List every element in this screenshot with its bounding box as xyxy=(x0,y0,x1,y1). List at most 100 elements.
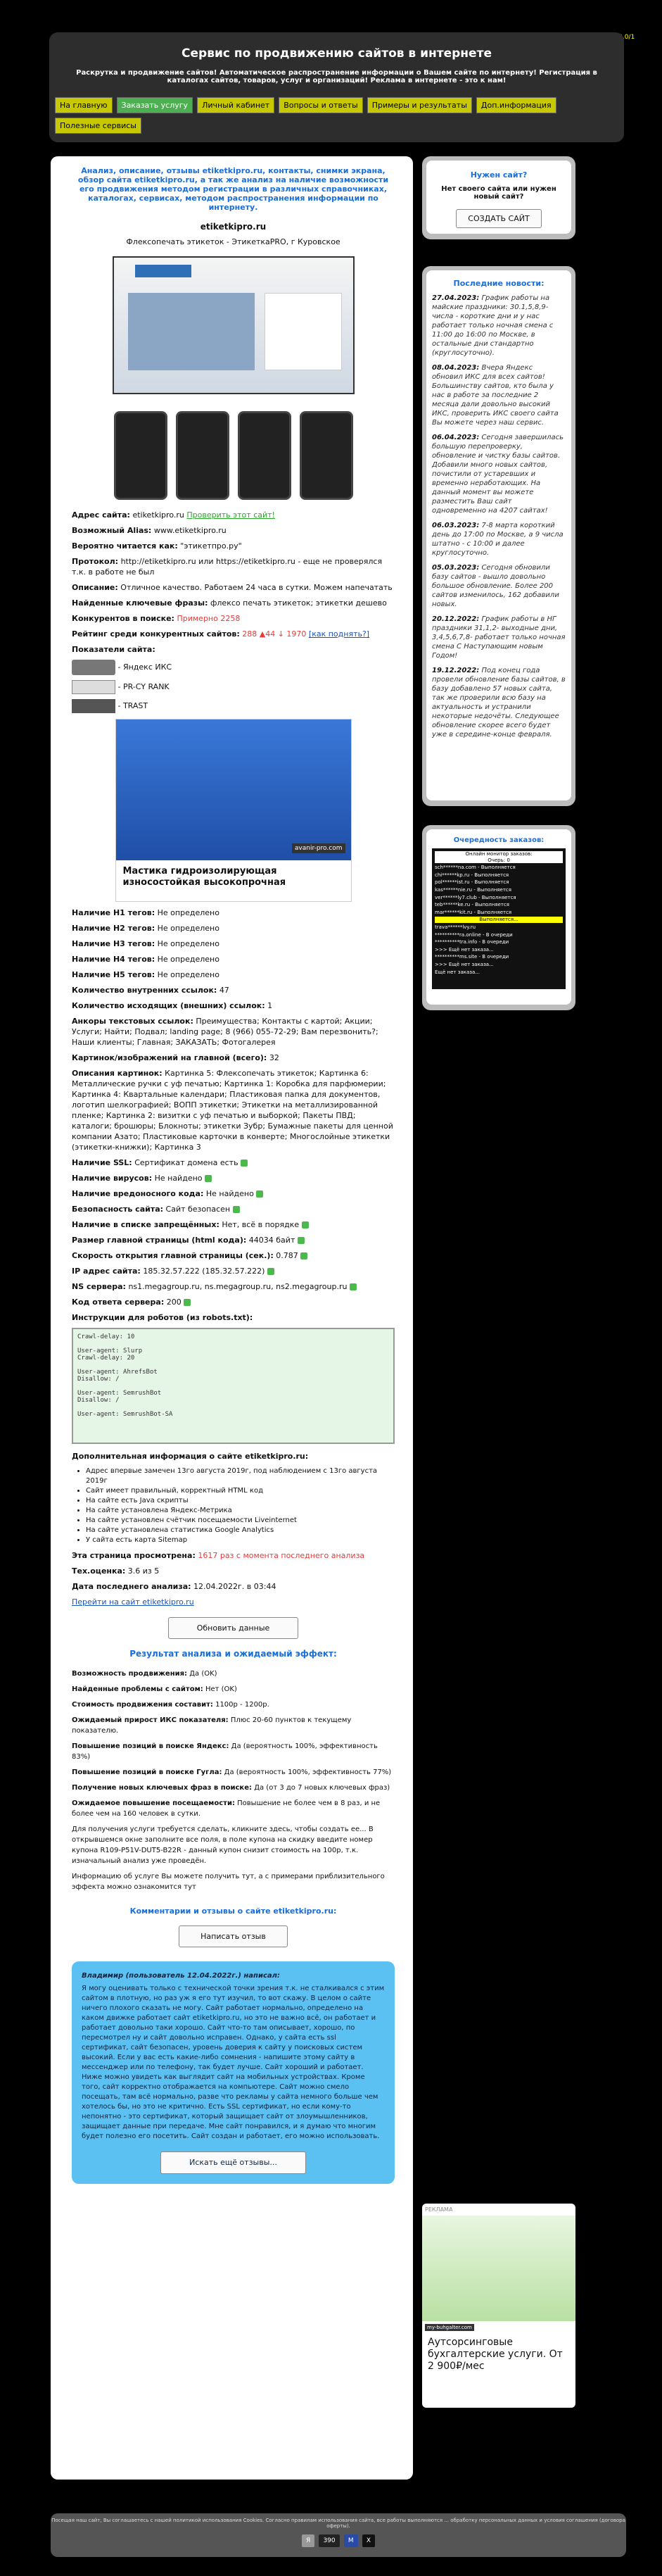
goto-site-link[interactable]: Перейти на сайт etiketkipro.ru xyxy=(72,1597,194,1607)
check-icon xyxy=(184,1299,191,1306)
rating-row: Рейтинг среди конкурентных сайтов: 288 ▲… xyxy=(72,629,370,639)
screenshot-form xyxy=(264,293,342,370)
check-value: Не найдено xyxy=(205,1189,254,1198)
stat-row: Наличие H4 тегов: Не определено xyxy=(72,954,395,965)
nav-order[interactable]: Заказать услугу xyxy=(116,97,193,113)
stat-row: Анкоры текстовых ссылок: Преимущества; К… xyxy=(72,1016,395,1048)
nav-faq[interactable]: Вопросы и ответы xyxy=(279,97,363,113)
ad2-site: my-buhgalter.com xyxy=(425,2324,474,2331)
check-row: Наличие вирусов: Не найдено xyxy=(72,1173,395,1183)
check-site-link[interactable]: Проверить этот сайт! xyxy=(186,510,275,520)
nav-home[interactable]: На главную xyxy=(55,97,113,113)
extra-list: Адрес впервые замечен 13го августа 2019г… xyxy=(72,1466,395,1545)
stat-value: 32 xyxy=(269,1053,279,1062)
find-reviews-button[interactable]: Искать ещё отзывы... xyxy=(160,2151,306,2174)
check-row: Код ответа сервера: 200 xyxy=(72,1297,395,1307)
queue-title: Очередность заказов: xyxy=(453,836,545,844)
phrases-row: Найденные ключевые фразы: флексо печать … xyxy=(72,598,387,608)
news-date: 08.04.2023: xyxy=(432,364,480,372)
viewed-row: Эта страница просмотрена: 1617 раз с мом… xyxy=(72,1551,365,1560)
promo-text: Для получения услуги требуется сделать, … xyxy=(72,1826,374,1865)
nav-examples[interactable]: Примеры и результаты xyxy=(367,97,472,113)
check-label: Скорость открытия главной страницы (сек.… xyxy=(72,1251,274,1260)
phone-screenshot xyxy=(113,411,167,500)
stat-row: Количество внутренних ссылок: 47 xyxy=(72,985,395,995)
queue-item: **********ra.online - В очереди xyxy=(435,931,513,938)
nav-services[interactable]: Полезные сервисы xyxy=(55,118,141,134)
ad2-title: Аутсорсинговые бухгалтерские услуги. От … xyxy=(428,2337,563,2372)
news-title: Последние новости: xyxy=(453,279,545,288)
effect-row: Повышение позиций в поиске Гугла: Да (ве… xyxy=(72,1767,395,1778)
alias-row: Возможный Alias: www.etiketkipro.ru xyxy=(72,526,227,535)
example-text: Информацию об услуге Вы можете получить … xyxy=(72,1873,385,1891)
nav-cabinet[interactable]: Личный кабинет xyxy=(197,97,275,113)
news-item: 19.12.2022: Под конец года провели обнов… xyxy=(432,666,566,739)
news-date: 06.03.2023: xyxy=(432,522,480,529)
stat-row: Наличие H2 тегов: Не определено xyxy=(72,923,395,934)
mobile-screenshots xyxy=(72,411,395,500)
refresh-button[interactable]: Обновить данные xyxy=(167,1617,299,1639)
effect-row: Ожидаемое повышение посещаемости: Повыше… xyxy=(72,1798,395,1819)
counters-label: Показатели сайта: xyxy=(72,645,155,654)
stat-row: Количество исходящих (внешних) ссылок: 1 xyxy=(72,1000,395,1011)
side-ad-banner[interactable]: РЕКЛАМА my-buhgalter.com Аутсорсинговые … xyxy=(422,2204,575,2408)
effect-label: Получение новых ключевых фраз в поиске: xyxy=(72,1784,252,1792)
check-value: Сертификат домена есть xyxy=(134,1158,238,1167)
stat-label: Наличие H3 тегов: xyxy=(72,939,155,948)
effects-list: Возможность продвижения: Да (OK) Найденны… xyxy=(72,1669,395,1819)
stat-label: Анкоры текстовых ссылок: xyxy=(72,1017,193,1026)
extra-item: На сайте установлена статистика Google A… xyxy=(86,1526,395,1535)
extra-item: У сайта есть карта Sitemap xyxy=(86,1535,395,1545)
check-icon xyxy=(232,1206,240,1213)
comment-author: Владимир (пользователь 12.04.2022г.) нап… xyxy=(82,1972,280,1980)
main-nav: На главную Заказать услугу Личный кабине… xyxy=(55,97,618,134)
need-site-title: Нужен сайт? xyxy=(470,170,528,180)
news-item: 08.04.2023: Вчера Яндекс обновил ИКС для… xyxy=(432,363,566,427)
effect-label: Возможность продвижения: xyxy=(72,1670,188,1678)
phone-screenshot xyxy=(299,411,353,500)
stat-label: Наличие H5 тегов: xyxy=(72,970,155,979)
queue-item: mar******kit.ru - Выполняется xyxy=(435,909,512,915)
stat-label: Количество внутренних ссылок: xyxy=(72,986,217,995)
footer: Посещая наш сайт, Вы соглашаетесь с наше… xyxy=(51,2513,626,2557)
news-item: 06.03.2023: 7-8 марта короткий день до 1… xyxy=(432,521,566,558)
effect-row: Получение новых ключевых фраз в поиске: … xyxy=(72,1783,395,1793)
create-site-button[interactable]: СОЗДАТЬ САЙТ xyxy=(456,209,542,228)
effect-value: Да (от 3 до 7 новых ключевых фраз) xyxy=(254,1784,390,1792)
protocol-row: Протокол: http://etiketkipro.ru или http… xyxy=(72,557,383,577)
ad-banner[interactable]: avanir-pro.com Мастика гидроизолирующая … xyxy=(115,719,352,902)
check-value: ns1.megagroup.ru, ns.megagroup.ru, ns2.m… xyxy=(128,1282,348,1291)
effect-row: Стоимость продвижения составит: 1100р - … xyxy=(72,1699,395,1710)
date-row: Дата последнего анализа: 12.04.2022г. в … xyxy=(72,1582,276,1591)
raise-rating-link[interactable]: [как поднять?] xyxy=(309,629,369,639)
check-label: Код ответа сервера: xyxy=(72,1298,165,1307)
domain-title: etiketkipro.ru xyxy=(200,222,267,232)
extra-item: На сайте установлена Яндекс-Метрика xyxy=(86,1506,395,1516)
check-value: 44034 байт xyxy=(248,1236,295,1245)
competitors-row: Конкурентов в поиске: Примерно 2258 xyxy=(72,614,241,623)
news-date: 27.04.2023: xyxy=(432,294,480,302)
nav-info[interactable]: Доп.информация xyxy=(476,97,556,113)
write-review-button[interactable]: Написать отзыв xyxy=(179,1925,288,1947)
effect-value: Да (OK) xyxy=(189,1670,217,1678)
robots-code: Crawl-delay: 10 User-agent: Slurp Crawl-… xyxy=(72,1328,395,1444)
trust-counter-icon: X xyxy=(362,2534,376,2547)
queue-time: Очерь: 0 xyxy=(435,857,563,864)
prcy-counter: - PR-CY RANK xyxy=(72,680,395,694)
ad-label: РЕКЛАМА xyxy=(425,2206,453,2213)
check-value: 0.787 xyxy=(276,1251,298,1260)
effect-label: Стоимость продвижения составит: xyxy=(72,1701,213,1709)
stat-value: Не определено xyxy=(157,970,219,979)
news-text: График работы на майские праздники: 30.1… xyxy=(432,294,554,357)
effect-row: Повышение позиций в поиске Яндекс: Да (в… xyxy=(72,1741,395,1762)
mail-counter-icon: M xyxy=(343,2534,358,2547)
ad-site: avanir-pro.com xyxy=(291,843,345,853)
stat-row: Описания картинок: Картинка 5: Флексопеч… xyxy=(72,1068,395,1152)
need-site-text: Нет своего сайта или нужен новый сайт? xyxy=(441,185,556,201)
queue-item: chi******kp.ru - Выполняется xyxy=(435,872,509,878)
queue-item: Ещё нет заказа... xyxy=(435,969,480,975)
queue-monitor: Онлайн монитор заказов: Очерь: 0 sch****… xyxy=(432,848,566,989)
check-value: 200 xyxy=(166,1298,182,1307)
check-value: Сайт безопасен xyxy=(165,1205,231,1214)
phone-screenshot xyxy=(175,411,229,500)
